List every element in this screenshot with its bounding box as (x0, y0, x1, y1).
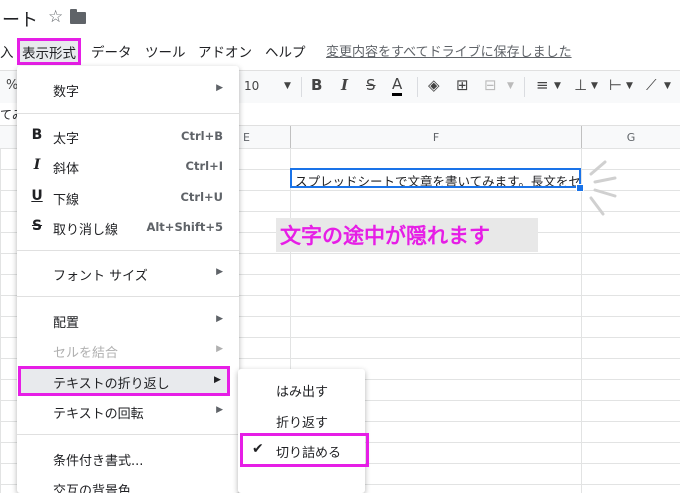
menu-item-label: テキストの折り返し (53, 377, 170, 392)
horizontal-align-icon[interactable]: ≡ (536, 76, 549, 94)
annotation-text: 文字の途中が隠れます (280, 224, 490, 248)
underline-icon: U (31, 188, 43, 204)
menu-tools[interactable]: ツール (145, 41, 186, 61)
merge-dropdown-icon[interactable]: ▼ (507, 81, 514, 91)
text-color-button[interactable]: A (392, 76, 403, 96)
menu-addons[interactable]: アドオン (198, 41, 252, 61)
submenu-arrow-icon: ▶ (216, 83, 223, 93)
menu-item-align[interactable]: 配置 ▶ (17, 305, 239, 335)
menu-item-label: 条件付き書式... (53, 454, 144, 469)
menu-divider (17, 113, 239, 114)
menu-item-label: 太字 (53, 132, 80, 147)
strikethrough-button[interactable]: S (366, 76, 376, 94)
shortcut-text: Alt+Shift+5 (146, 220, 223, 234)
valign-dropdown-icon[interactable]: ▼ (591, 81, 598, 91)
annotation-box: 文字の途中が隠れます (276, 218, 538, 252)
fill-handle[interactable] (576, 184, 584, 192)
menu-item-bold[interactable]: B 太字 Ctrl+B (17, 121, 239, 151)
check-icon: ✔ (252, 441, 264, 457)
format-menu: 数字 ▶ B 太字 Ctrl+B I 斜体 Ctrl+I U 下線 Ctrl+U… (17, 66, 239, 493)
menu-item-label: 配置 (53, 316, 80, 331)
column-divider (581, 148, 582, 493)
shortcut-text: Ctrl+I (185, 159, 223, 173)
star-icon[interactable]: ☆ (48, 7, 63, 27)
submenu-arrow-icon: ▶ (216, 405, 223, 415)
menu-divider (17, 250, 239, 251)
document-title[interactable]: ート (2, 6, 38, 32)
menu-insert[interactable]: 入 (0, 41, 14, 61)
menu-divider (17, 434, 239, 435)
wrap-dropdown-icon[interactable]: ▼ (626, 81, 633, 91)
menu-item-strikethrough[interactable]: S 取り消し線 Alt+Shift+5 (17, 212, 239, 242)
column-header-f[interactable]: F (291, 126, 582, 148)
shortcut-text: Ctrl+B (181, 129, 223, 143)
vertical-align-icon[interactable]: ⊥ (574, 76, 587, 94)
borders-icon[interactable]: ⊞ (456, 76, 469, 94)
menu-item-rotate[interactable]: テキストの回転 ▶ (17, 396, 239, 426)
column-header-g[interactable]: G (582, 126, 680, 148)
menu-item-conditional-format[interactable]: 条件付き書式... (17, 443, 239, 473)
menu-item-alternating-colors[interactable]: 交互の背景色 (17, 473, 239, 493)
burst-icon (589, 160, 617, 216)
menu-help[interactable]: ヘルプ (265, 41, 306, 61)
italic-icon: I (33, 157, 41, 173)
shortcut-text: Ctrl+U (180, 190, 223, 204)
merge-cells-icon[interactable]: ⊟ (484, 76, 497, 94)
menu-item-text-wrap[interactable]: テキストの折り返し ▶ (18, 366, 230, 396)
cell-text: スプレッドシートで文章を書いてみます。長文をセ (295, 174, 581, 188)
menu-item-label: 交互の背景色 (53, 484, 132, 493)
bold-icon: B (31, 127, 43, 143)
menu-item-label: セルを結合 (53, 346, 119, 361)
menu-item-label: 斜体 (53, 162, 80, 177)
title-row: ート ☆ (0, 0, 680, 36)
text-wrap-icon[interactable]: ⊢ (609, 76, 622, 94)
menu-item-label: 下線 (53, 193, 80, 208)
toolbar-divider (301, 77, 302, 97)
submenu-item-label: 切り詰める (276, 446, 342, 461)
menu-divider (17, 296, 239, 297)
text-rotation-icon[interactable]: ⟋ (646, 76, 657, 94)
menu-item-merge[interactable]: セルを結合 ▶ (17, 335, 239, 365)
font-size-dropdown-icon[interactable]: ▼ (284, 81, 291, 91)
menu-item-label: 取り消し線 (53, 223, 119, 238)
menu-format[interactable]: 表示形式 (17, 38, 81, 65)
active-cell-f[interactable]: スプレッドシートで文章を書いてみます。長文をセ (290, 168, 581, 188)
bold-button[interactable]: B (311, 76, 322, 94)
menu-item-label: フォント サイズ (53, 269, 148, 284)
menu-item-underline[interactable]: U 下線 Ctrl+U (17, 182, 239, 212)
submenu-arrow-icon: ▶ (216, 314, 223, 324)
submenu-item-overflow[interactable]: はみ出す (276, 381, 328, 400)
submenu-arrow-icon: ▶ (216, 344, 223, 354)
menu-item-font-size[interactable]: フォント サイズ ▶ (17, 258, 239, 288)
menu-item-italic[interactable]: I 斜体 Ctrl+I (17, 151, 239, 181)
wrap-submenu: はみ出す 折り返す (238, 369, 365, 493)
menu-item-number[interactable]: 数字 ▶ (17, 74, 239, 104)
halign-dropdown-icon[interactable]: ▼ (554, 81, 561, 91)
save-status-link[interactable]: 変更内容をすべてドライブに保存しました (326, 41, 572, 60)
fill-color-icon[interactable]: ◈ (428, 76, 440, 94)
strikethrough-icon: S (31, 218, 43, 234)
italic-button[interactable]: I (341, 76, 348, 94)
rotation-dropdown-icon[interactable]: ▼ (664, 81, 671, 91)
submenu-arrow-icon: ▶ (216, 267, 223, 277)
toolbar-divider (524, 77, 525, 97)
menu-item-label: 数字 (53, 85, 80, 100)
submenu-item-wrap[interactable]: 折り返す (276, 412, 328, 431)
menu-data[interactable]: データ (91, 41, 132, 61)
menu-item-label: テキストの回転 (53, 407, 144, 422)
font-size-select[interactable]: 10 (244, 79, 259, 93)
folder-icon[interactable] (70, 9, 86, 24)
toolbar-divider (417, 77, 418, 97)
submenu-arrow-icon: ▶ (214, 375, 221, 385)
